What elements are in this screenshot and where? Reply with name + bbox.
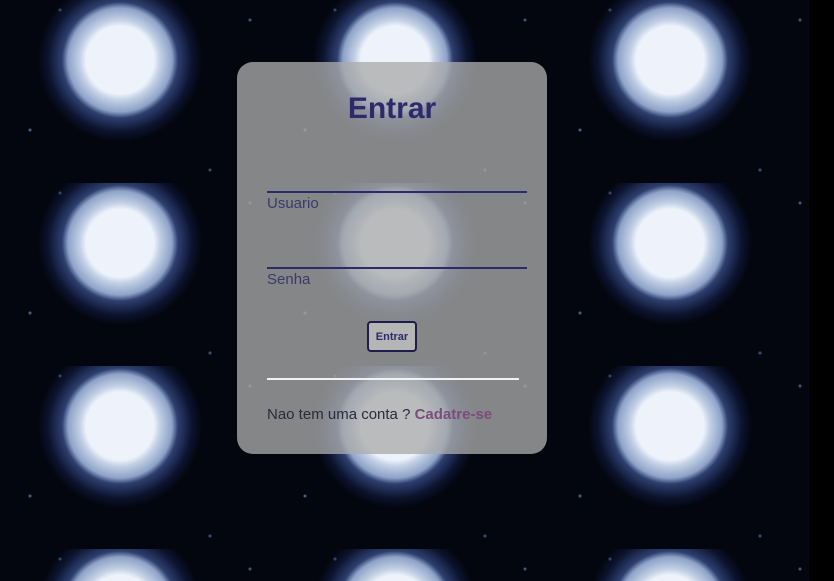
password-underline xyxy=(267,267,527,269)
signup-prompt: Nao tem uma conta ? Cadatre-se xyxy=(267,406,492,423)
divider xyxy=(267,378,519,380)
password-input[interactable] xyxy=(267,242,531,268)
username-label: Usuario xyxy=(267,195,319,212)
page-title: Entrar xyxy=(347,92,437,125)
login-card: Entrar Usuario Senha Entrar Nao tem uma … xyxy=(237,62,547,454)
username-input[interactable] xyxy=(267,166,531,192)
background-edge xyxy=(809,0,834,581)
login-button[interactable]: Entrar xyxy=(367,321,417,352)
username-underline xyxy=(267,191,527,193)
password-label: Senha xyxy=(267,271,311,288)
signup-link[interactable]: Cadatre-se xyxy=(415,406,493,423)
no-account-text: Nao tem uma conta ? xyxy=(267,406,411,423)
